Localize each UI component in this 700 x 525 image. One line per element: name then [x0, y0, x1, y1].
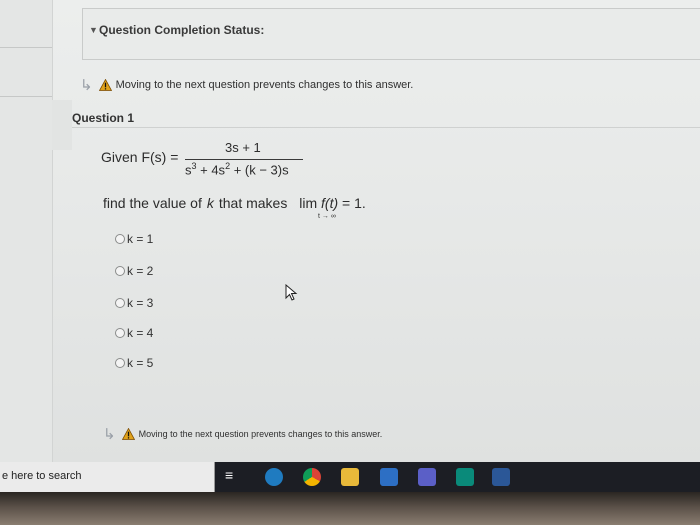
- warning-message-top: ↳ Moving to the next question prevents c…: [80, 76, 413, 94]
- option-label: k = 1: [127, 232, 154, 246]
- monitor-bezel: [0, 492, 700, 525]
- option-label: k = 2: [127, 264, 154, 278]
- fraction-denominator: s3 + 4s2 + (k − 3)s: [185, 161, 289, 178]
- warning-icon: [121, 428, 135, 440]
- question-side-panel: [52, 100, 72, 150]
- word-icon[interactable]: [492, 468, 510, 486]
- warning-text: Moving to the next question prevents cha…: [138, 429, 383, 439]
- radio-button[interactable]: [115, 358, 125, 368]
- nav-divider: [0, 47, 52, 48]
- taskbar-search-box[interactable]: e here to search: [0, 462, 215, 492]
- warning-text: Moving to the next question prevents cha…: [115, 79, 414, 91]
- file-explorer-icon[interactable]: [341, 468, 359, 486]
- question-completion-status[interactable]: ▼ Question Completion Status:: [82, 8, 700, 60]
- mail-icon[interactable]: [380, 468, 398, 486]
- given-label: Given F(s) =: [101, 149, 179, 165]
- radio-button[interactable]: [115, 328, 125, 338]
- answer-option[interactable]: k = 5: [115, 356, 153, 370]
- radio-button[interactable]: [115, 298, 125, 308]
- arrow-return-icon: ↳: [80, 77, 93, 94]
- warning-message-bottom: ↳ Moving to the next question prevents c…: [103, 425, 382, 443]
- app-icon[interactable]: [456, 468, 474, 486]
- browser-page: ▼ Question Completion Status: ↳ Moving t…: [0, 0, 700, 462]
- question-title: Question 1: [72, 111, 135, 125]
- edge-icon[interactable]: [265, 468, 283, 486]
- option-label: k = 3: [127, 296, 154, 310]
- nav-divider: [0, 96, 52, 97]
- arrow-return-icon: ↳: [103, 426, 116, 443]
- fraction-bar: [185, 159, 303, 160]
- answer-option[interactable]: k = 4: [115, 326, 153, 340]
- warning-icon: [98, 79, 112, 91]
- mouse-cursor-icon: [285, 284, 298, 301]
- answer-option[interactable]: k = 3: [115, 296, 153, 310]
- answer-option[interactable]: k = 2: [115, 264, 153, 278]
- answer-option[interactable]: k = 1: [115, 232, 153, 246]
- option-label: k = 5: [127, 356, 154, 370]
- find-statement: find the value of k that makes lim f(t) = …: [103, 195, 366, 211]
- windows-taskbar: e here to search ≡: [0, 462, 700, 492]
- question-divider: [72, 127, 700, 128]
- chrome-icon[interactable]: [303, 468, 321, 486]
- radio-button[interactable]: [115, 234, 125, 244]
- task-view-icon[interactable]: ≡: [225, 467, 243, 485]
- search-placeholder: e here to search: [2, 470, 82, 482]
- left-nav-panel: [0, 0, 53, 462]
- chevron-down-icon[interactable]: ▼: [89, 25, 98, 35]
- teams-icon[interactable]: [418, 468, 436, 486]
- limit-subscript: t → ∞: [318, 213, 336, 220]
- fraction-numerator: 3s + 1: [225, 140, 261, 155]
- option-label: k = 4: [127, 326, 154, 340]
- radio-button[interactable]: [115, 266, 125, 276]
- status-title: Question Completion Status:: [99, 23, 265, 37]
